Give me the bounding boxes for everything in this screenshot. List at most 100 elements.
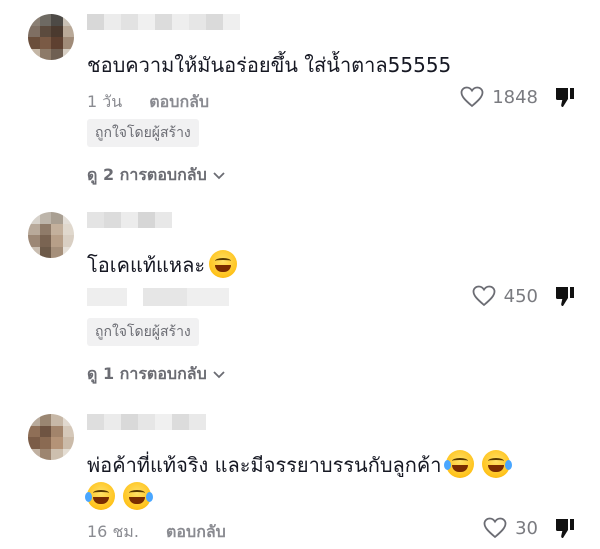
- chevron-down-icon: [213, 171, 225, 179]
- avatar-mosaic-cell: [28, 25, 40, 37]
- username-mosaic-cell: [87, 414, 104, 430]
- joy-icon: [443, 450, 474, 478]
- comment-text: พ่อค้าที่แท้จริง และมีจรรยาบรรนกับลูกค้า: [87, 450, 512, 480]
- like-button[interactable]: 1848: [460, 86, 538, 108]
- avatar-mosaic-cell: [62, 425, 74, 437]
- username-mosaic-cell: [189, 14, 206, 30]
- username-mosaic-cell: [104, 414, 121, 430]
- view-replies-button[interactable]: ดู 2 การตอบกลับ: [87, 163, 225, 188]
- comment-meta: 16 ชม. ตอบกลับ: [87, 520, 248, 545]
- username-mosaic-cell: [206, 14, 223, 30]
- username-mosaic-cell: [138, 414, 155, 430]
- username-mosaic-cell: [155, 414, 172, 430]
- avatar-mosaic-cell: [39, 223, 51, 235]
- avatar-mosaic-cell: [28, 212, 40, 224]
- avatar-mosaic-cell: [51, 246, 63, 258]
- like-count: 30: [515, 517, 538, 539]
- view-replies-label: ดู 2 การตอบกลับ: [87, 165, 207, 184]
- like-button[interactable]: 450: [472, 285, 538, 307]
- username-mosaic-cell: [121, 14, 138, 30]
- avatar[interactable]: [28, 14, 74, 60]
- avatar-mosaic-cell: [51, 212, 63, 224]
- view-replies-label: ดู 1 การตอบกลับ: [87, 364, 207, 383]
- avatar[interactable]: [28, 212, 74, 258]
- avatar-mosaic-cell: [28, 414, 40, 426]
- avatar-mosaic-cell: [39, 37, 51, 49]
- avatar-mosaic-cell: [62, 448, 74, 460]
- like-count: 1848: [492, 86, 538, 108]
- comment-time: 1 วัน: [87, 92, 123, 111]
- avatar-mosaic-cell: [51, 37, 63, 49]
- username-mosaic-cell: [138, 212, 155, 228]
- comment-meta: 1 วัน ตอบกลับ: [87, 90, 231, 115]
- avatar[interactable]: [28, 414, 74, 460]
- grin-icon: [209, 250, 238, 278]
- username-pixelated[interactable]: [87, 14, 240, 30]
- username-mosaic-cell: [189, 414, 206, 430]
- comment-text: ชอบความให้มันอร่อยขึ้น ใส่น้ำตาล55555: [87, 53, 452, 77]
- avatar-mosaic-cell: [39, 414, 51, 426]
- avatar-mosaic-cell: [28, 223, 40, 235]
- avatar-mosaic-cell: [39, 437, 51, 449]
- avatar-mosaic-cell: [28, 448, 40, 460]
- avatar-mosaic-cell: [28, 14, 40, 26]
- reply-button[interactable]: ตอบกลับ: [149, 92, 209, 111]
- avatar-mosaic-cell: [28, 37, 40, 49]
- username-pixelated[interactable]: [87, 414, 206, 430]
- comment-text-continued: [85, 482, 153, 512]
- avatar-mosaic-cell: [51, 425, 63, 437]
- avatar-mosaic-cell: [39, 425, 51, 437]
- avatar-mosaic-cell: [62, 246, 74, 258]
- avatar-mosaic-cell: [39, 246, 51, 258]
- avatar-mosaic-cell: [28, 235, 40, 247]
- username-mosaic-cell: [104, 14, 121, 30]
- username-mosaic-cell: [104, 212, 121, 228]
- heart-icon: [483, 517, 507, 539]
- username-mosaic-cell: [121, 212, 138, 228]
- avatar-mosaic-cell: [51, 448, 63, 460]
- username-mosaic-cell: [223, 14, 240, 30]
- heart-icon: [460, 86, 484, 108]
- avatar-mosaic-cell: [39, 235, 51, 247]
- avatar-mosaic-cell: [62, 235, 74, 247]
- avatar-mosaic-cell: [39, 25, 51, 37]
- avatar-mosaic-cell: [51, 437, 63, 449]
- dislike-icon[interactable]: [554, 284, 576, 308]
- comment-time: 16 ชม.: [87, 522, 139, 541]
- avatar-mosaic-cell: [51, 235, 63, 247]
- avatar-mosaic-cell: [51, 14, 63, 26]
- avatar-mosaic-cell: [28, 437, 40, 449]
- username-mosaic-cell: [138, 14, 155, 30]
- joy-icon: [123, 482, 153, 510]
- dislike-icon[interactable]: [554, 85, 576, 109]
- like-button[interactable]: 30: [483, 517, 538, 539]
- username-mosaic-cell: [172, 414, 189, 430]
- avatar-mosaic-cell: [39, 448, 51, 460]
- avatar-mosaic-cell: [62, 223, 74, 235]
- avatar-mosaic-cell: [62, 37, 74, 49]
- username-mosaic-cell: [155, 212, 172, 228]
- avatar-mosaic-cell: [62, 437, 74, 449]
- avatar-mosaic-cell: [62, 414, 74, 426]
- chevron-down-icon: [213, 370, 225, 378]
- dislike-icon[interactable]: [554, 516, 576, 540]
- avatar-mosaic-cell: [28, 425, 40, 437]
- username-pixelated[interactable]: [87, 212, 172, 228]
- username-mosaic-cell: [121, 414, 138, 430]
- username-mosaic-cell: [155, 14, 172, 30]
- avatar-mosaic-cell: [39, 14, 51, 26]
- comment-text: โอเคแท้แหละ: [87, 250, 238, 280]
- avatar-mosaic-cell: [62, 14, 74, 26]
- reply-button[interactable]: ตอบกลับ: [166, 522, 226, 541]
- like-count: 450: [503, 285, 538, 307]
- avatar-mosaic-cell: [62, 212, 74, 224]
- avatar-mosaic-cell: [62, 25, 74, 37]
- joy-icon: [481, 450, 512, 478]
- view-replies-button[interactable]: ดู 1 การตอบกลับ: [87, 362, 225, 387]
- avatar-mosaic-cell: [62, 48, 74, 60]
- avatar-mosaic-cell: [28, 48, 40, 60]
- meta-pixelated: [87, 288, 229, 306]
- username-mosaic-cell: [87, 14, 104, 30]
- avatar-mosaic-cell: [28, 246, 40, 258]
- joy-icon: [85, 482, 115, 510]
